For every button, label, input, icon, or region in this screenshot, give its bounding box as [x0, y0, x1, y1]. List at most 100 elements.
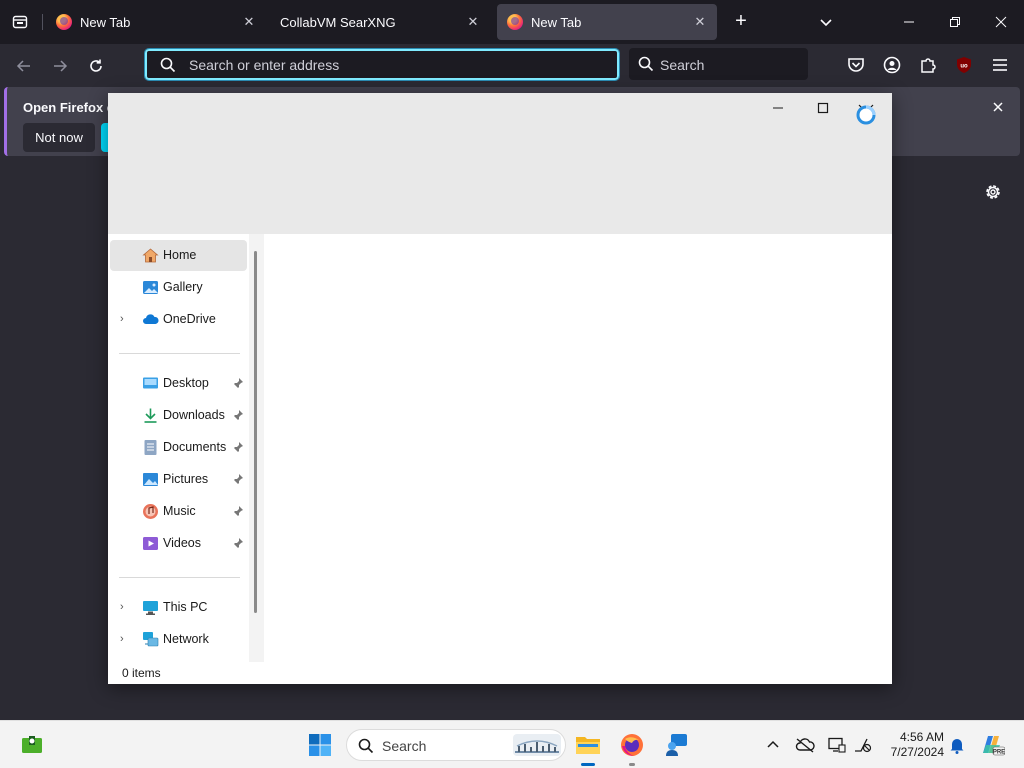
- firefox-view-icon: [12, 15, 28, 29]
- nav-item-label: Documents: [163, 440, 227, 454]
- ublock-button[interactable]: uo: [953, 54, 975, 76]
- display-tray-button[interactable]: [827, 735, 847, 755]
- onedrive-icon: [143, 314, 159, 324]
- music-icon: [143, 504, 158, 519]
- firefox-icon: [507, 14, 523, 30]
- explorer-minimize-button[interactable]: [763, 97, 793, 119]
- gear-icon[interactable]: [983, 182, 1003, 202]
- clock[interactable]: 4:56 AM 7/27/2024: [882, 730, 944, 760]
- explorer-maximize-button[interactable]: [808, 97, 838, 119]
- menu-button[interactable]: [989, 54, 1011, 76]
- close-icon[interactable]: [990, 99, 1006, 115]
- nav-item-onedrive[interactable]: › OneDrive: [110, 304, 247, 335]
- new-tab-button[interactable]: +: [729, 10, 753, 34]
- close-tab-icon[interactable]: ✕: [691, 13, 709, 31]
- firefox-taskbar-button[interactable]: [616, 729, 648, 766]
- nav-item-home[interactable]: Home: [110, 240, 247, 271]
- videos-icon: [143, 537, 158, 550]
- chat-app-icon: [666, 734, 687, 756]
- nav-item-gallery[interactable]: Gallery: [110, 272, 247, 303]
- tab-collabvm-searxng[interactable]: CollabVM SearXNG ✕: [270, 4, 490, 40]
- loading-spinner-icon: [856, 104, 876, 125]
- notifications-button[interactable]: [947, 735, 967, 755]
- tab-label: CollabVM SearXNG: [280, 14, 396, 30]
- documents-icon: [144, 440, 157, 455]
- list-all-tabs-button[interactable]: [814, 10, 838, 34]
- pictures-icon: [143, 473, 158, 486]
- nav-item-downloads[interactable]: Downloads: [110, 400, 247, 431]
- back-button[interactable]: [10, 52, 38, 80]
- navigation-pane: Home Gallery › OneDrive Desktop Download…: [108, 234, 264, 662]
- account-icon: [883, 56, 901, 74]
- pin-icon[interactable]: [232, 473, 244, 485]
- not-now-button[interactable]: Not now: [23, 123, 95, 152]
- tab-label: New Tab: [80, 14, 131, 30]
- pocket-button[interactable]: [845, 54, 867, 76]
- reload-icon: [90, 59, 102, 72]
- close-tab-icon[interactable]: ✕: [240, 13, 258, 31]
- explorer-content-area[interactable]: [264, 234, 892, 662]
- extensions-button[interactable]: [917, 54, 939, 76]
- chevron-right-icon[interactable]: ›: [120, 601, 130, 613]
- pin-icon[interactable]: [232, 505, 244, 517]
- nav-item-this-pc[interactable]: › This PC: [110, 592, 247, 623]
- nav-item-videos[interactable]: Videos: [110, 528, 247, 559]
- close-window-button[interactable]: [978, 0, 1024, 44]
- this-pc-icon: [143, 601, 158, 615]
- puzzle-icon: [921, 58, 936, 73]
- widgets-button[interactable]: [16, 729, 48, 761]
- nav-divider: [119, 577, 240, 578]
- file-explorer-icon: [576, 737, 600, 754]
- nav-item-desktop[interactable]: Desktop: [110, 368, 247, 399]
- address-bar[interactable]: [144, 48, 620, 81]
- nav-item-label: Videos: [163, 536, 201, 550]
- network-icon: [143, 632, 159, 647]
- forward-button[interactable]: [46, 52, 74, 80]
- downloads-icon: [144, 408, 157, 423]
- reload-button[interactable]: [82, 52, 110, 80]
- restore-button[interactable]: [932, 0, 978, 44]
- show-hidden-icons-button[interactable]: [763, 735, 783, 755]
- network-tray-button[interactable]: [853, 735, 873, 755]
- nav-item-music[interactable]: Music: [110, 496, 247, 527]
- firefox-view-button[interactable]: [8, 10, 32, 34]
- account-button[interactable]: [881, 54, 903, 76]
- bell-icon: [950, 739, 964, 754]
- start-button[interactable]: [304, 729, 336, 761]
- maximize-icon: [817, 102, 829, 114]
- taskbar-search-box[interactable]: Search: [346, 729, 566, 761]
- nav-item-label: Pictures: [163, 472, 209, 486]
- nav-item-network[interactable]: › Network: [110, 624, 247, 655]
- nav-pane-scrollbar-thumb[interactable]: [254, 251, 257, 613]
- pin-icon[interactable]: [232, 441, 244, 453]
- nav-item-documents[interactable]: Documents: [110, 432, 247, 463]
- nav-item-label: Downloads: [163, 408, 225, 422]
- close-tab-icon[interactable]: ✕: [464, 13, 482, 31]
- file-explorer-taskbar-button[interactable]: [572, 729, 604, 766]
- home-icon: [142, 248, 159, 263]
- chevron-right-icon[interactable]: ›: [120, 313, 130, 325]
- onedrive-tray-button[interactable]: [795, 735, 815, 755]
- svg-text:uo: uo: [960, 64, 968, 70]
- taskbar-search-label: Search: [382, 738, 427, 754]
- copilot-button[interactable]: PRE: [979, 733, 1005, 757]
- nav-item-label: OneDrive: [163, 312, 216, 326]
- address-input[interactable]: [189, 56, 599, 74]
- minimize-button[interactable]: [886, 0, 932, 44]
- chevron-right-icon[interactable]: ›: [120, 633, 130, 645]
- running-indicator: [581, 763, 595, 766]
- tab-new-tab-active[interactable]: New Tab ✕: [497, 4, 717, 40]
- nav-divider: [119, 353, 240, 354]
- close-icon: [995, 16, 1007, 28]
- search-icon: [638, 56, 654, 72]
- widgets-icon: [22, 736, 42, 753]
- pin-icon[interactable]: [232, 409, 244, 421]
- search-input[interactable]: [660, 56, 800, 73]
- pin-icon[interactable]: [232, 537, 244, 549]
- nav-item-pictures[interactable]: Pictures: [110, 464, 247, 495]
- explorer-header: [108, 93, 892, 234]
- tab-new-tab-1[interactable]: New Tab ✕: [46, 4, 266, 40]
- search-bar[interactable]: [629, 48, 808, 80]
- chat-app-taskbar-button[interactable]: [660, 729, 692, 761]
- pin-icon[interactable]: [232, 377, 244, 389]
